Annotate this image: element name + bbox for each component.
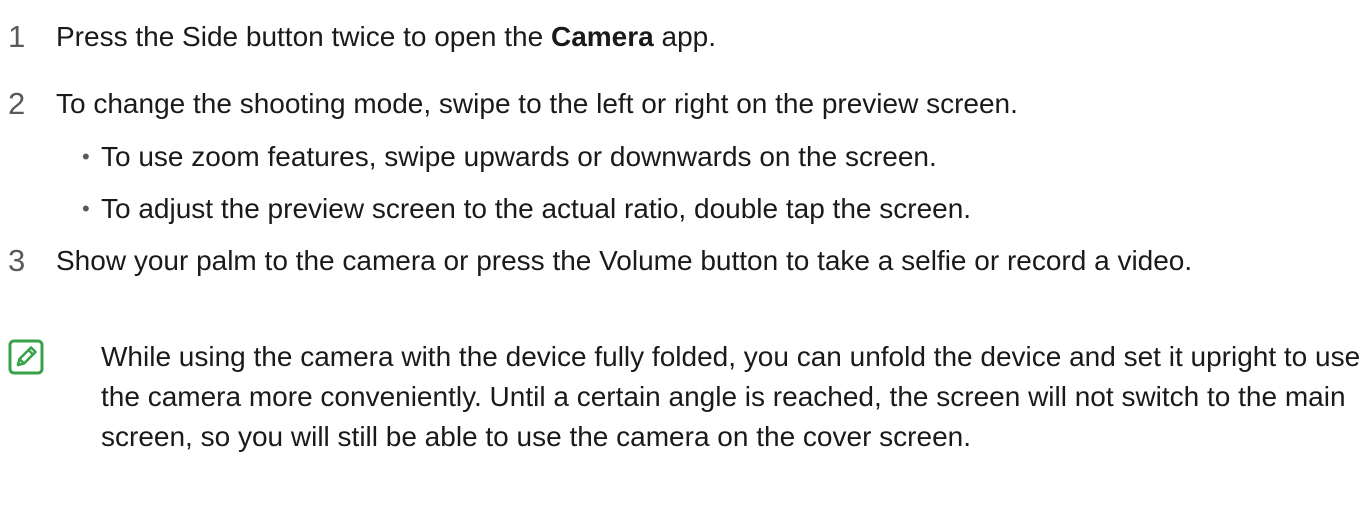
instruction-page: 1 Press the Side button twice to open th…	[0, 0, 1369, 531]
note-pencil-icon	[8, 339, 44, 375]
bullet-dot: •	[82, 144, 90, 169]
bullet-text: To adjust the preview screen to the actu…	[101, 193, 972, 224]
bullet-text: To use zoom features, swipe upwards or d…	[101, 141, 937, 172]
step-number: 3	[8, 243, 26, 278]
step-number: 1	[8, 19, 26, 54]
note-text: While using the camera with the device f…	[101, 341, 1361, 452]
step-number: 2	[8, 86, 26, 121]
step-text-after: app.	[653, 21, 716, 52]
bullet-dot: •	[82, 196, 90, 221]
step-text: Show your palm to the camera or press th…	[56, 245, 1193, 276]
step-text: To change the shooting mode, swipe to th…	[56, 88, 1018, 119]
step-text: Press the Side button twice to open the …	[56, 16, 1346, 58]
camera-app-name: Camera	[550, 21, 654, 52]
step-text-before: Press the Side button twice to open the	[56, 21, 551, 52]
